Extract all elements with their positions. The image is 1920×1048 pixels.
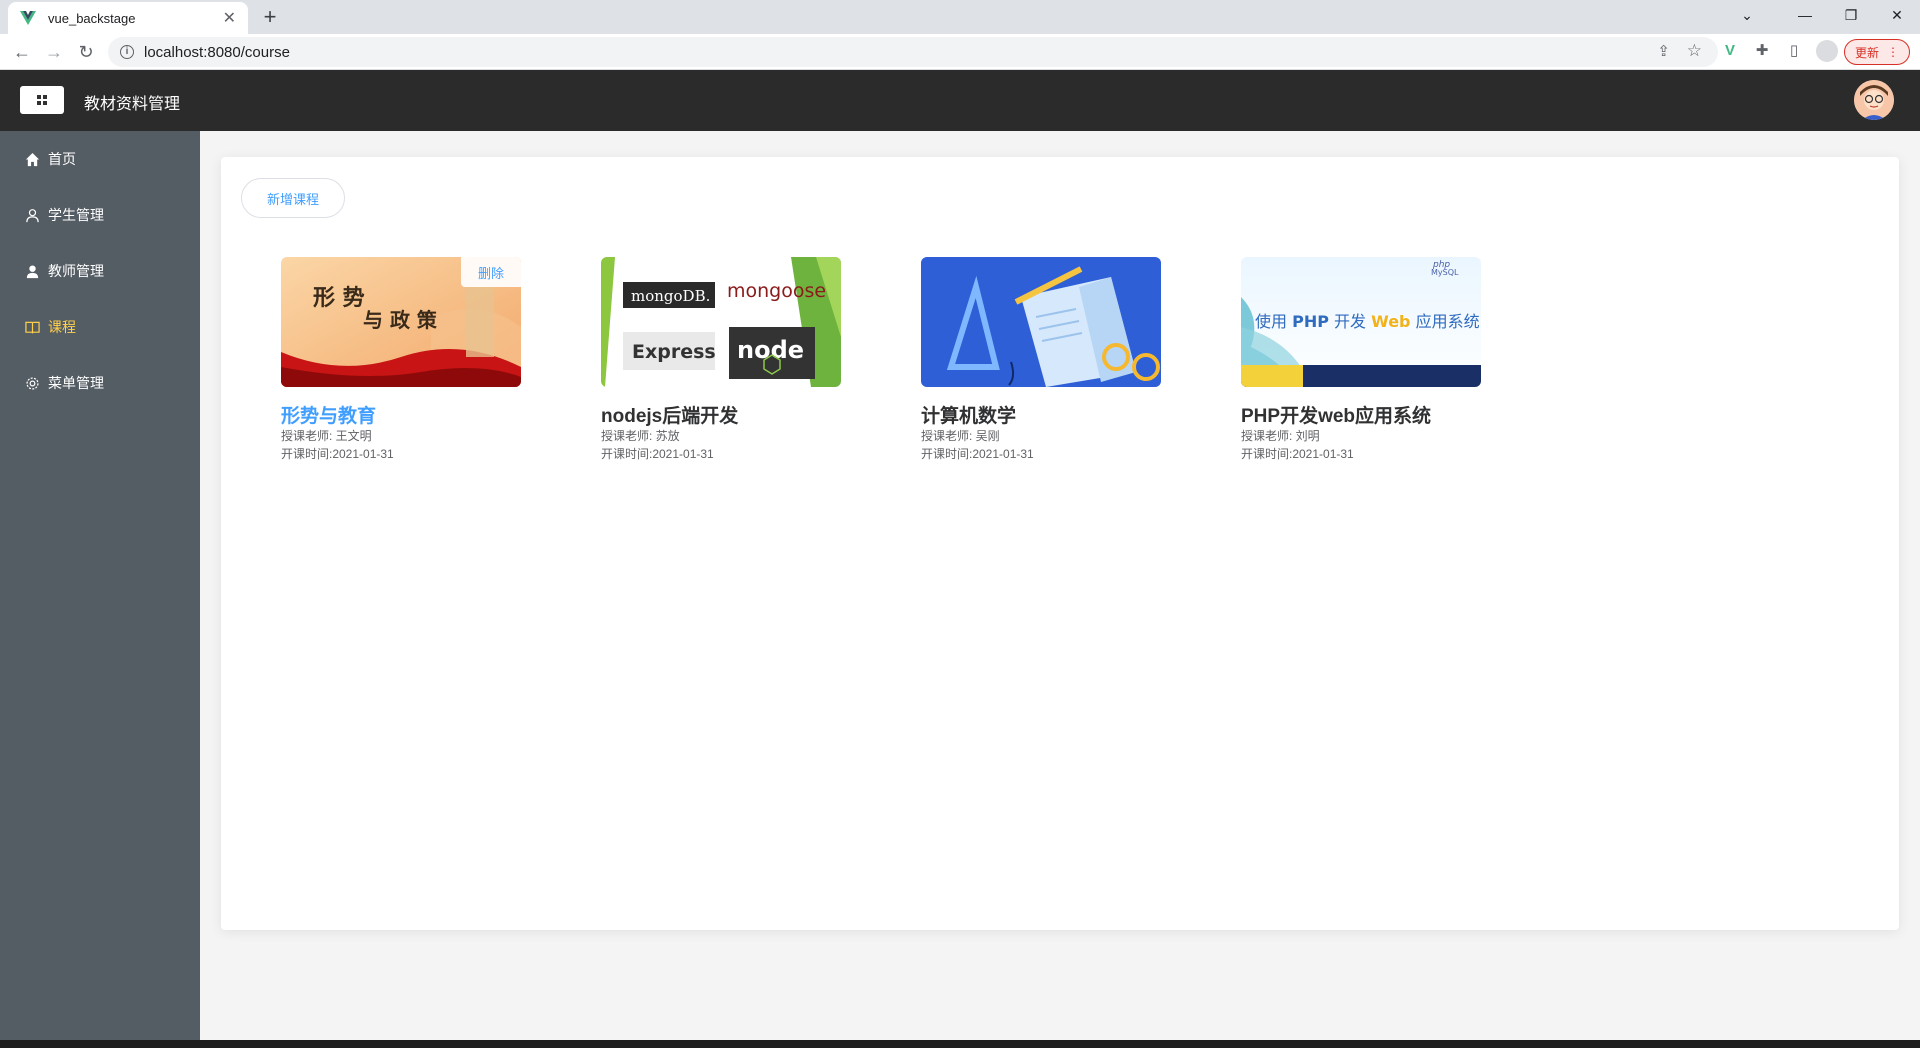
back-icon[interactable]: ← (10, 40, 34, 64)
home-icon (24, 151, 40, 167)
delete-button[interactable]: 删除 (461, 257, 521, 287)
sidebar-item-home[interactable]: 首页 (0, 131, 200, 187)
share-icon[interactable]: ⇪ (1657, 42, 1670, 60)
address-bar[interactable]: i localhost:8080/course ⇪ ☆ (108, 37, 1718, 67)
app-title: 教材资料管理 (84, 96, 181, 113)
new-tab-button[interactable]: + (258, 5, 282, 29)
course-cover-image (921, 257, 1161, 387)
site-info-icon[interactable]: i (120, 45, 134, 59)
course-cover[interactable]: 使用 PHP 开发 Web 应用系统 php MySQL (1241, 257, 1481, 387)
svg-text:使用 PHP 开发 Web 应用系统: 使用 PHP 开发 Web 应用系统 (1255, 312, 1480, 331)
sidebar-item-label: 学生管理 (48, 207, 104, 223)
close-tab-icon[interactable]: ✕ (223, 8, 236, 28)
vue-logo-icon (20, 11, 36, 25)
sidebar-item-menu-management[interactable]: 菜单管理 (0, 355, 200, 411)
course-date: 开课时间:2021-01-31 (921, 447, 1034, 461)
menu-toggle-button[interactable] (20, 86, 64, 114)
update-label: 更新 (1854, 45, 1879, 60)
course-teacher: 授课老师: 吴刚 (921, 429, 1000, 443)
svg-text:Express: Express (632, 341, 716, 363)
course-card[interactable]: 计算机数学 授课老师: 吴刚 开课时间:2021-01-31 (921, 257, 1161, 463)
sidebar: 首页 学生管理 教师管理 课程 菜单管理 (0, 131, 200, 1040)
course-date: 开课时间:2021-01-31 (601, 447, 714, 461)
sidebar-item-teachers[interactable]: 教师管理 (0, 243, 200, 299)
browser-toolbar: ← → ↻ i localhost:8080/course ⇪ ☆ V ✚ ▯ … (0, 34, 1920, 70)
reload-icon[interactable]: ↻ (74, 40, 98, 64)
sidebar-item-courses[interactable]: 课程 (0, 299, 200, 355)
more-menu-icon: ⋮ (1887, 45, 1899, 59)
sidebar-item-students[interactable]: 学生管理 (0, 187, 200, 243)
browser-tabbar: vue_backstage ✕ + ⌄ — ❐ ✕ (0, 0, 1920, 34)
update-button[interactable]: 更新 ⋮ (1844, 39, 1910, 65)
course-cover[interactable]: mongoDB. mongoose Express node (601, 257, 841, 387)
course-teacher: 授课老师: 刘明 (1241, 429, 1320, 443)
add-course-button[interactable]: 新增课程 (241, 178, 345, 218)
course-teacher: 授课老师: 王文明 (281, 429, 372, 443)
course-name[interactable]: PHP开发web应用系统 (1241, 401, 1481, 427)
grid-icon (37, 95, 47, 105)
profile-icon[interactable] (1816, 40, 1838, 62)
svg-text:mongoose: mongoose (727, 280, 826, 302)
user-outline-icon (24, 207, 40, 223)
sidebar-item-label: 教师管理 (48, 263, 104, 279)
svg-text:node: node (737, 336, 804, 364)
course-name[interactable]: 计算机数学 (921, 401, 1161, 427)
extensions-puzzle-icon[interactable]: ✚ (1752, 41, 1772, 61)
svg-text:MySQL: MySQL (1431, 268, 1459, 277)
bookmark-star-icon[interactable]: ☆ (1687, 41, 1702, 61)
course-cover-image: 使用 PHP 开发 Web 应用系统 php MySQL (1241, 257, 1481, 387)
restore-button[interactable]: ❐ (1828, 0, 1874, 30)
course-card[interactable]: 形 势 与 政 策 删除 形势与教育 授课老师: 王文明 开课时间:2021-0… (281, 257, 521, 463)
vue-devtools-icon[interactable]: V (1720, 41, 1740, 61)
window-controls: ⌄ — ❐ ✕ (1712, 0, 1920, 34)
avatar[interactable] (1854, 80, 1894, 120)
course-date: 开课时间:2021-01-31 (1241, 447, 1354, 461)
course-name[interactable]: nodejs后端开发 (601, 401, 841, 427)
course-teacher: 授课老师: 苏放 (601, 429, 680, 443)
gear-icon (24, 375, 40, 391)
sidebar-item-label: 首页 (48, 151, 76, 167)
extension-icons: V ✚ ▯ (1720, 40, 1838, 62)
course-cover[interactable]: 形 势 与 政 策 删除 (281, 257, 521, 387)
user-solid-icon (24, 263, 40, 279)
tab-search-icon[interactable]: ⌄ (1712, 0, 1782, 30)
course-card[interactable]: 使用 PHP 开发 Web 应用系统 php MySQL PHP开发web应用系… (1241, 257, 1481, 463)
minimize-button[interactable]: — (1782, 0, 1828, 30)
app-header: 教材资料管理 (0, 70, 1920, 131)
course-date: 开课时间:2021-01-31 (281, 447, 394, 461)
course-cover-image: mongoDB. mongoose Express node (601, 257, 841, 387)
url-text[interactable]: localhost:8080/course (144, 44, 290, 61)
side-panel-icon[interactable]: ▯ (1784, 41, 1804, 61)
svg-text:形 势: 形 势 (313, 285, 365, 311)
book-icon (24, 319, 40, 335)
browser-tab[interactable]: vue_backstage ✕ (8, 2, 248, 34)
course-card[interactable]: mongoDB. mongoose Express node nodejs后端开… (601, 257, 841, 463)
forward-icon[interactable]: → (42, 40, 66, 64)
close-window-button[interactable]: ✕ (1874, 0, 1920, 30)
svg-text:与 政 策: 与 政 策 (363, 308, 438, 332)
tab-title: vue_backstage (48, 10, 136, 26)
course-panel: 新增课程 形 势 与 政 策 删除 形势与教育 授课老师: 王文明 开课时间:2… (221, 157, 1899, 930)
course-name[interactable]: 形势与教育 (281, 401, 521, 427)
sidebar-item-label: 课程 (48, 319, 76, 335)
course-cover[interactable] (921, 257, 1161, 387)
sidebar-item-label: 菜单管理 (48, 375, 104, 391)
user-avatar-icon (1854, 80, 1894, 120)
mongodb-logo-text: mongoDB. (631, 287, 710, 305)
os-taskbar (0, 1040, 1920, 1048)
